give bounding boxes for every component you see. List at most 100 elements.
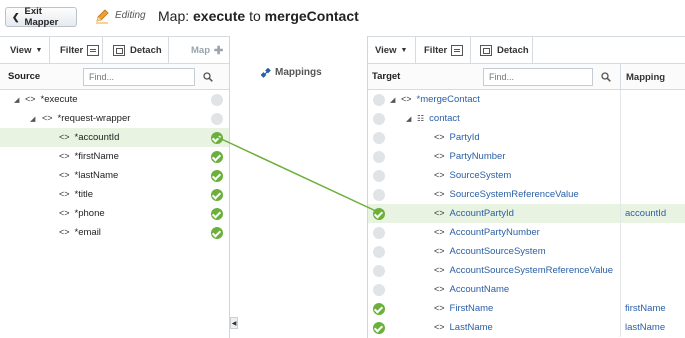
tree-row[interactable]: <> FirstName firstName (368, 299, 685, 318)
element-icon: <> (434, 132, 445, 142)
exit-mapper-label: Exit Mapper (24, 6, 59, 28)
row-label: FirstName (449, 303, 494, 314)
tree-row[interactable]: ◢ <> *mergeContact (368, 90, 685, 109)
source-detach-button[interactable]: Detach (103, 37, 169, 64)
tree-row[interactable]: <> SourceSystem (368, 166, 685, 185)
row-label: *request-wrapper (57, 113, 131, 124)
element-icon: <> (401, 94, 412, 104)
tree-row-selected[interactable]: <> AccountPartyId accountId (368, 204, 685, 223)
source-find-input[interactable] (83, 67, 195, 86)
status-empty-icon (373, 245, 385, 258)
row-label: LastName (449, 322, 493, 333)
element-icon: <> (59, 170, 70, 180)
tree-row[interactable]: <> PartyNumber (368, 147, 685, 166)
row-label: AccountPartyNumber (449, 227, 540, 238)
collapse-handle[interactable]: ◀ (230, 317, 238, 329)
tree-row[interactable]: <> LastName lastName (368, 318, 685, 337)
chevron-left-icon: ❮ (12, 11, 20, 22)
element-icon: <> (434, 189, 445, 199)
mappings-canvas (230, 36, 367, 338)
tree-row[interactable]: <> *phone (0, 204, 229, 223)
target-view-menu[interactable]: View ▼ (368, 37, 416, 64)
check-circle-icon (211, 226, 223, 239)
row-label: *lastName (74, 170, 119, 181)
row-label: AccountSourceSystem (449, 246, 546, 257)
expand-triangle-icon[interactable]: ◢ (406, 115, 411, 123)
mapping-link-icon (261, 67, 271, 78)
check-circle-icon (211, 169, 223, 182)
check-circle-icon (373, 207, 385, 220)
tree-row[interactable]: <> *lastName (0, 166, 229, 185)
filter-icon (451, 45, 464, 56)
tree-row[interactable]: <> AccountSourceSystemReferenceValue (368, 261, 685, 280)
target-panel: View ▼ Filter Detach Target Mapping ◢ <>… (367, 36, 685, 338)
mapping-cell[interactable] (620, 166, 685, 185)
mapping-cell[interactable] (620, 109, 685, 128)
mapping-cell[interactable] (620, 280, 685, 299)
status-empty-icon (373, 93, 385, 106)
source-view-menu[interactable]: View ▼ (0, 37, 50, 64)
title-source: execute (193, 8, 246, 24)
tree-row[interactable]: ◢ ☷ contact (368, 109, 685, 128)
status-empty-icon (373, 131, 385, 144)
mapping-cell[interactable]: lastName (620, 318, 685, 337)
check-circle-icon (373, 302, 385, 315)
source-panel: View ▼ Filter Detach Map ✚ Source ◢ <> *e… (0, 36, 230, 338)
status-empty-icon (373, 150, 385, 163)
pencil-icon (96, 9, 109, 24)
tree-row[interactable]: <> *email (0, 223, 229, 242)
target-find-input[interactable] (483, 67, 593, 86)
row-label: *firstName (74, 151, 119, 162)
expand-triangle-icon[interactable]: ◢ (30, 115, 35, 123)
tree-row[interactable]: <> *title (0, 185, 229, 204)
expand-triangle-icon[interactable]: ◢ (390, 96, 395, 104)
tree-row[interactable]: <> *firstName (0, 147, 229, 166)
view-label: View (10, 45, 32, 56)
mapping-cell[interactable] (620, 223, 685, 242)
map-plus-icon: ✚ (214, 45, 224, 57)
row-label: SourceSystem (449, 170, 512, 181)
mapping-cell[interactable]: accountId (620, 204, 685, 223)
status-empty-icon (211, 93, 223, 106)
mapping-cell[interactable] (620, 90, 685, 109)
element-icon: <> (59, 151, 70, 161)
source-map-button[interactable]: Map ✚ (169, 37, 229, 64)
exit-mapper-button[interactable]: ❮ Exit Mapper (5, 6, 77, 28)
source-filter-button[interactable]: Filter (50, 37, 103, 64)
mapping-cell[interactable] (620, 185, 685, 204)
search-icon[interactable] (601, 72, 611, 82)
mappings-label: Mappings (261, 67, 322, 78)
mapping-cell[interactable]: firstName (620, 299, 685, 318)
detach-label: Detach (130, 45, 162, 56)
status-empty-icon (373, 112, 385, 125)
check-circle-icon (211, 188, 223, 201)
row-label: *title (74, 189, 93, 200)
status-empty-icon (373, 188, 385, 201)
element-icon: <> (434, 151, 445, 161)
search-icon[interactable] (203, 72, 213, 82)
title-target: mergeContact (264, 8, 359, 24)
target-filter-button[interactable]: Filter (416, 37, 471, 64)
tree-row[interactable]: <> SourceSystemReferenceValue (368, 185, 685, 204)
page-title: Map: execute to mergeContact (158, 8, 359, 24)
target-detach-button[interactable]: Detach (471, 37, 533, 64)
row-label: AccountName (449, 284, 510, 295)
mapping-cell[interactable] (620, 261, 685, 280)
source-header-label: Source (8, 71, 41, 82)
expand-triangle-icon[interactable]: ◢ (14, 96, 19, 104)
caret-down-icon: ▼ (35, 47, 43, 54)
mapping-cell[interactable] (620, 242, 685, 261)
tree-row[interactable]: <> AccountPartyNumber (368, 223, 685, 242)
tree-row[interactable]: <> AccountSourceSystem (368, 242, 685, 261)
source-tree: ◢ <> *execute ◢ <> *request-wrapper <> *acc… (0, 90, 229, 242)
row-label: contact (429, 113, 460, 124)
mapping-cell[interactable] (620, 147, 685, 166)
tree-row[interactable]: <> PartyId (368, 128, 685, 147)
mapping-cell[interactable] (620, 128, 685, 147)
tree-row[interactable]: ◢ <> *execute (0, 90, 229, 109)
check-circle-icon (211, 150, 223, 163)
tree-row[interactable]: <> AccountName (368, 280, 685, 299)
tree-row-selected[interactable]: <> *accountId (0, 128, 229, 147)
tree-row[interactable]: ◢ <> *request-wrapper (0, 109, 229, 128)
element-icon: <> (434, 227, 445, 237)
